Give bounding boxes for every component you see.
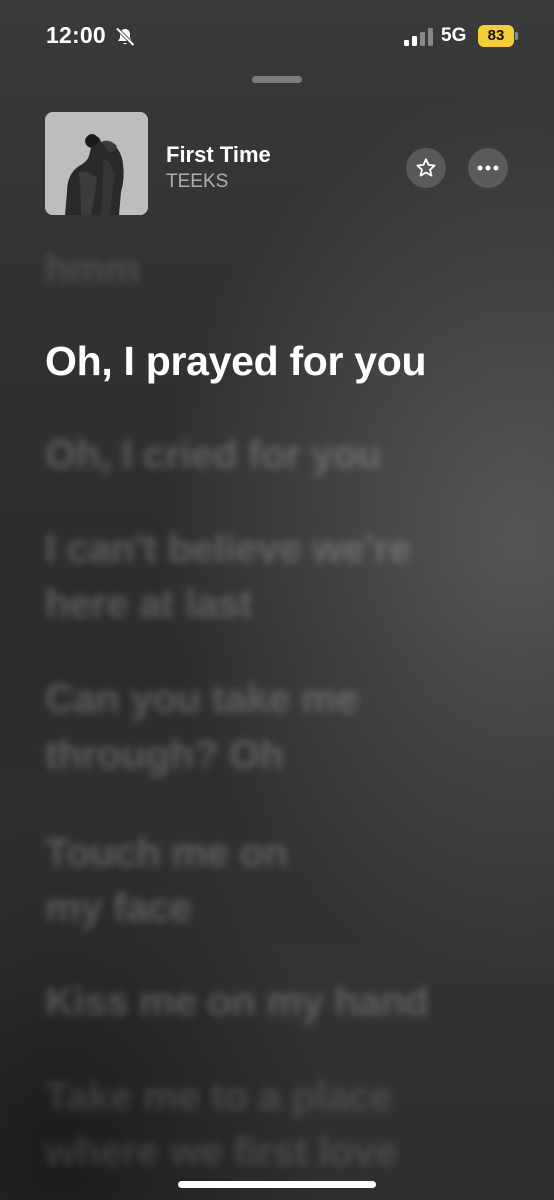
battery-cap — [515, 32, 518, 40]
lyric-line[interactable]: my face — [45, 881, 515, 935]
star-icon — [416, 158, 436, 177]
network-label: 5G — [441, 25, 467, 46]
lyric-line[interactable]: Oh, I cried for you — [45, 428, 515, 482]
lyric-line-current[interactable]: Oh, I prayed for you — [45, 334, 515, 388]
status-time: 12:00 — [46, 22, 106, 48]
favorite-button[interactable] — [406, 148, 446, 188]
sheet-grabber[interactable] — [252, 76, 302, 83]
artist-name[interactable]: TEEKS — [166, 171, 228, 193]
lyrics-screen: 12:00 5G 83 First Time TEEKS hmm Oh, I p… — [0, 0, 554, 1200]
lyric-line[interactable]: through? Oh — [45, 728, 515, 782]
lyric-line[interactable]: here at last — [45, 577, 515, 631]
lyric-line-previous[interactable]: hmm — [45, 242, 515, 296]
battery-level: 83 — [478, 25, 514, 47]
lyric-line[interactable]: Touch me on — [45, 826, 515, 880]
album-artwork[interactable] — [45, 112, 148, 215]
cellular-signal-icon — [404, 28, 433, 46]
lyric-line[interactable]: Kiss me on my hand — [45, 975, 515, 1029]
ellipsis-icon — [477, 165, 499, 171]
lyric-line[interactable]: where we first love — [45, 1125, 515, 1179]
status-bar: 12:00 5G 83 — [0, 0, 554, 74]
lyric-line[interactable]: Can you take me — [45, 672, 515, 726]
more-options-button[interactable] — [468, 148, 508, 188]
lyric-line[interactable]: I can't believe we're — [45, 522, 515, 576]
song-title: First Time — [166, 142, 271, 167]
home-indicator[interactable] — [178, 1181, 376, 1188]
lyric-line[interactable]: Take me to a place — [45, 1070, 515, 1124]
album-artwork-image — [45, 112, 148, 215]
battery-indicator: 83 — [478, 25, 520, 47]
bell-slash-icon — [115, 27, 135, 47]
